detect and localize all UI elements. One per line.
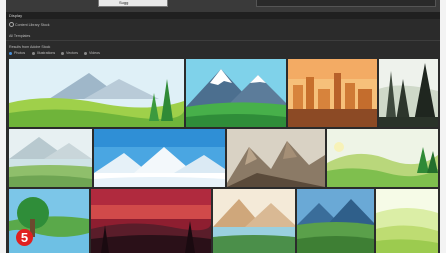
radio-icon [9, 51, 12, 55]
filter-title-row[interactable]: Results from Adobe Stock [6, 43, 440, 50]
thumb-mountain-meadow[interactable] [297, 189, 374, 253]
stock-results-grid [6, 57, 440, 253]
filter-options: Photos Illustrations Vectors Videos [6, 50, 440, 57]
radio-icon [61, 51, 64, 55]
radio-icon [32, 51, 35, 55]
search-box[interactable]: Sugg [98, 0, 168, 7]
section-row[interactable]: All Templates [6, 32, 440, 39]
divider [6, 40, 440, 41]
top-toolbar: Sugg [6, 0, 440, 12]
thumb-meadow-mountains[interactable] [9, 59, 184, 127]
panel-title: Display [9, 13, 23, 18]
thumb-sunset-forest[interactable] [91, 189, 211, 253]
thumb-mountain-lake[interactable] [9, 129, 92, 187]
thumb-rocky-mountains[interactable] [227, 129, 325, 187]
search-icon [9, 22, 14, 27]
thumb-green-glow[interactable] [376, 189, 438, 253]
radio-icon [84, 51, 87, 55]
step-number-badge: 5 [16, 229, 33, 246]
filter-label: Results from Adobe Stock [9, 44, 51, 49]
thumb-snowy-peaks[interactable] [186, 59, 286, 127]
thumb-forest-silhouette[interactable] [379, 59, 438, 127]
toolbar-panel[interactable] [256, 0, 436, 7]
library-search-input[interactable]: Content Library Stock [15, 23, 50, 27]
section-label: All Templates [9, 33, 31, 38]
app-window: Sugg Display Content Library Stock All T… [6, 0, 440, 253]
thumb-desert-city[interactable] [288, 59, 377, 127]
library-search-row[interactable]: Content Library Stock [6, 21, 440, 28]
thumb-lake-valley[interactable] [213, 189, 295, 253]
thumb-green-hills[interactable] [327, 129, 438, 187]
thumb-winter-peaks[interactable] [94, 129, 225, 187]
panel-header: Display [6, 12, 440, 19]
search-value: Sugg [119, 0, 129, 5]
